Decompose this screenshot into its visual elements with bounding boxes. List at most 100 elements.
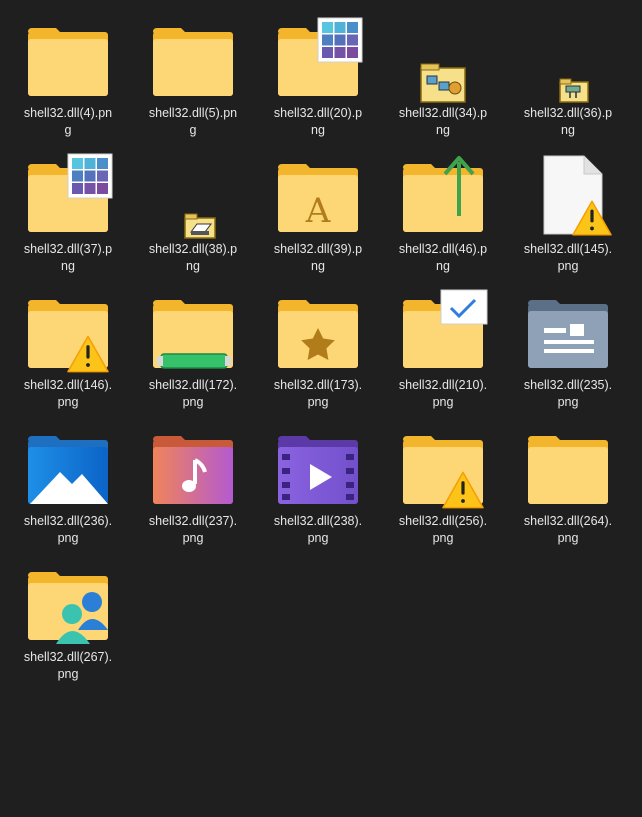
file-name-line2: png: [557, 259, 579, 273]
printer-folder-small-icon: [151, 152, 239, 240]
file-name-line1: shell32.dll(39).p: [273, 242, 363, 256]
file-name-line2: png: [307, 531, 329, 545]
file-name-line1: shell32.dll(37).p: [23, 242, 113, 256]
svg-text:A: A: [305, 191, 331, 231]
file-name-label: shell32.dll(37).p ng: [22, 241, 114, 275]
file-name-label: shell32.dll(38).p ng: [147, 241, 239, 275]
file-name-line2: g: [189, 123, 197, 137]
file-name-line1: shell32.dll(5).pn: [148, 106, 238, 120]
file-name-label: shell32.dll(34).p ng: [397, 105, 489, 139]
folder-icon: [151, 16, 239, 104]
pictures-folder-icon: [26, 424, 114, 512]
file-item[interactable]: shell32.dll(267). png: [22, 552, 132, 684]
file-item[interactable]: shell32.dll(36).p ng: [522, 8, 632, 140]
file-name-line1: shell32.dll(4).pn: [23, 106, 113, 120]
file-item[interactable]: shell32.dll(237). png: [147, 416, 257, 548]
music-folder-icon: [151, 424, 239, 512]
file-name-line2: ng: [61, 259, 75, 273]
file-name-line1: shell32.dll(36).p: [523, 106, 613, 120]
fonts-folder-icon: A: [276, 152, 364, 240]
file-item[interactable]: shell32.dll(173). png: [272, 280, 382, 412]
file-item[interactable]: shell32.dll(38).p ng: [147, 144, 257, 276]
file-item[interactable]: shell32.dll(172). png: [147, 280, 257, 412]
file-name-line1: shell32.dll(146).: [23, 378, 113, 392]
file-item[interactable]: shell32.dll(145). png: [522, 144, 632, 276]
file-item[interactable]: shell32.dll(210). png: [397, 280, 507, 412]
file-name-label: shell32.dll(238). png: [272, 513, 364, 547]
file-name-label: shell32.dll(39).p ng: [272, 241, 364, 275]
file-item[interactable]: shell32.dll(264). png: [522, 416, 632, 548]
file-name-line1: shell32.dll(46).p: [398, 242, 488, 256]
file-name-line1: shell32.dll(145).: [523, 242, 613, 256]
file-name-label: shell32.dll(146). png: [22, 377, 114, 411]
file-name-line2: ng: [186, 259, 200, 273]
contacts-folder-icon: [526, 288, 614, 376]
file-name-line1: shell32.dll(264).: [523, 514, 613, 528]
file-name-line1: shell32.dll(20).p: [273, 106, 363, 120]
file-name-line2: png: [182, 395, 204, 409]
file-name-line2: png: [557, 395, 579, 409]
file-item[interactable]: A shell32.dll(39).p ng: [272, 144, 382, 276]
file-name-line2: png: [432, 531, 454, 545]
file-name-label: shell32.dll(267). png: [22, 649, 114, 683]
file-name-label: shell32.dll(46).p ng: [397, 241, 489, 275]
file-name-line2: png: [307, 395, 329, 409]
file-name-line1: shell32.dll(172).: [148, 378, 238, 392]
file-grid: shell32.dll(4).pn g shell32.dll(5).pn g sh…: [0, 0, 642, 817]
file-name-label: shell32.dll(236). png: [22, 513, 114, 547]
folder-progress-icon: [151, 288, 239, 376]
file-name-line1: shell32.dll(267).: [23, 650, 113, 664]
file-name-line2: g: [64, 123, 72, 137]
file-name-line1: shell32.dll(210).: [398, 378, 488, 392]
folder-warning-icon: [401, 424, 489, 512]
file-name-label: shell32.dll(20).p ng: [272, 105, 364, 139]
file-item[interactable]: shell32.dll(5).pn g: [147, 8, 257, 140]
file-item[interactable]: shell32.dll(46).p ng: [397, 144, 507, 276]
folder-warning-icon: [26, 288, 114, 376]
file-name-line1: shell32.dll(38).p: [148, 242, 238, 256]
folder-up-arrow-icon: [401, 152, 489, 240]
file-item[interactable]: shell32.dll(235). png: [522, 280, 632, 412]
file-name-label: shell32.dll(36).p ng: [522, 105, 614, 139]
shared-folder-small-icon: [526, 16, 614, 104]
folder-icon: [26, 16, 114, 104]
file-name-label: shell32.dll(264). png: [522, 513, 614, 547]
file-name-line2: ng: [311, 259, 325, 273]
folder-grid-icon: [276, 16, 364, 104]
file-name-label: shell32.dll(210). png: [397, 377, 489, 411]
file-item[interactable]: shell32.dll(20).p ng: [272, 8, 382, 140]
file-name-line1: shell32.dll(256).: [398, 514, 488, 528]
file-name-line2: png: [182, 531, 204, 545]
file-name-line1: shell32.dll(34).p: [398, 106, 488, 120]
file-name-label: shell32.dll(5).pn g: [147, 105, 239, 139]
videos-folder-icon: [276, 424, 364, 512]
file-name-line2: ng: [436, 259, 450, 273]
folder-grid-icon: [26, 152, 114, 240]
file-name-line2: png: [57, 395, 79, 409]
file-name-line2: png: [557, 531, 579, 545]
file-name-line2: png: [57, 531, 79, 545]
file-item[interactable]: shell32.dll(4).pn g: [22, 8, 132, 140]
file-item[interactable]: shell32.dll(236). png: [22, 416, 132, 548]
file-name-label: shell32.dll(173). png: [272, 377, 364, 411]
file-item[interactable]: shell32.dll(34).p ng: [397, 8, 507, 140]
file-warning-icon: [526, 152, 614, 240]
file-name-label: shell32.dll(4).pn g: [22, 105, 114, 139]
file-item[interactable]: shell32.dll(238). png: [272, 416, 382, 548]
network-folder-small-icon: [401, 16, 489, 104]
favorites-folder-icon: [276, 288, 364, 376]
file-item[interactable]: shell32.dll(37).p ng: [22, 144, 132, 276]
file-name-line1: shell32.dll(238).: [273, 514, 363, 528]
folder-icon: [526, 424, 614, 512]
file-name-line2: ng: [311, 123, 325, 137]
file-name-line1: shell32.dll(236).: [23, 514, 113, 528]
file-name-line2: ng: [561, 123, 575, 137]
file-name-label: shell32.dll(237). png: [147, 513, 239, 547]
file-name-line2: png: [432, 395, 454, 409]
file-name-line2: ng: [436, 123, 450, 137]
file-name-line1: shell32.dll(235).: [523, 378, 613, 392]
file-item[interactable]: shell32.dll(256). png: [397, 416, 507, 548]
folder-checkbox-icon: [401, 288, 489, 376]
file-name-line1: shell32.dll(237).: [148, 514, 238, 528]
file-item[interactable]: shell32.dll(146). png: [22, 280, 132, 412]
